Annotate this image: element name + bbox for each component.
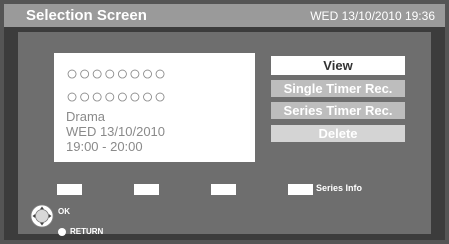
content-area: ○○○○○○○○ ○○○○○○○○ Drama WED 13/10/2010 1… xyxy=(18,32,431,236)
program-time: 19:00 - 20:00 xyxy=(66,139,143,154)
screen-title: Selection Screen xyxy=(26,7,147,24)
series-info-label: Series Info xyxy=(316,183,363,193)
color-key-2[interactable] xyxy=(134,184,159,195)
current-datetime: WED 13/10/2010 19:36 xyxy=(310,9,435,23)
dpad-icon xyxy=(30,204,54,228)
color-key-3[interactable] xyxy=(211,184,236,195)
ok-label: OK xyxy=(58,207,70,216)
color-key-4[interactable] xyxy=(288,184,313,195)
program-date: WED 13/10/2010 xyxy=(66,124,166,139)
program-genre: Drama xyxy=(66,109,106,124)
return-button-icon xyxy=(58,228,66,236)
program-title-line-2: ○○○○○○○○ xyxy=(66,86,167,108)
menu-item-view[interactable]: View xyxy=(271,56,405,75)
return-label: RETURN xyxy=(70,227,104,236)
color-key-1[interactable] xyxy=(57,184,82,195)
menu-item-delete[interactable]: Delete xyxy=(271,125,405,142)
menu-item-single-timer-rec[interactable]: Single Timer Rec. xyxy=(271,80,405,97)
title-bar: Selection Screen WED 13/10/2010 19:36 xyxy=(4,4,445,27)
menu-item-series-timer-rec[interactable]: Series Timer Rec. xyxy=(271,102,405,119)
program-info-card: ○○○○○○○○ ○○○○○○○○ Drama WED 13/10/2010 1… xyxy=(54,53,255,162)
selection-screen: Selection Screen WED 13/10/2010 19:36 ○○… xyxy=(4,4,445,240)
program-title-line-1: ○○○○○○○○ xyxy=(66,63,167,85)
